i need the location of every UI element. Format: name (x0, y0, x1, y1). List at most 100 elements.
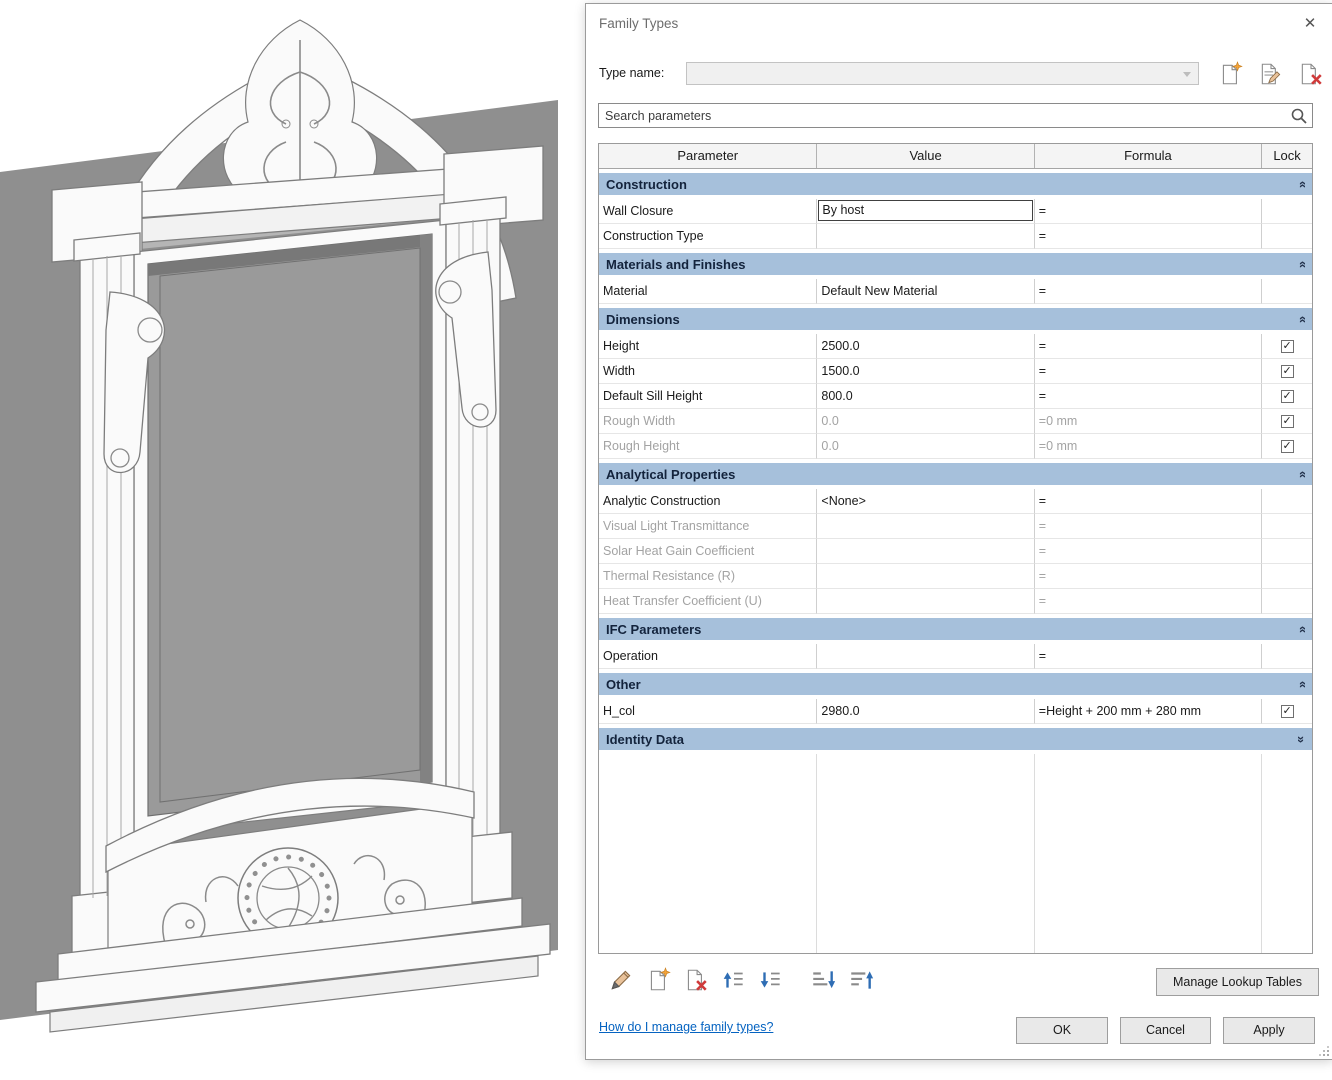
param-value-cell[interactable]: <None> (817, 489, 1034, 514)
close-icon[interactable]: ✕ (1298, 12, 1322, 36)
parameter-row-material: MaterialDefault New Material= (599, 279, 1312, 304)
collapse-icon[interactable]: » (1294, 180, 1309, 187)
expand-icon[interactable]: » (1294, 735, 1309, 742)
collapse-icon[interactable]: » (1294, 260, 1309, 267)
lock-checkbox[interactable]: ✓ (1281, 390, 1294, 403)
param-name-cell[interactable]: Construction Type (599, 224, 817, 249)
collapse-icon[interactable]: » (1294, 625, 1309, 632)
param-name-cell[interactable]: H_col (599, 699, 817, 724)
param-value-cell[interactable]: 2980.0 (817, 699, 1034, 724)
lock-checkbox[interactable]: ✓ (1281, 440, 1294, 453)
param-value-cell[interactable] (817, 539, 1034, 564)
param-value-cell[interactable]: 800.0 (817, 384, 1034, 409)
new-parameter-button[interactable] (646, 967, 672, 993)
new-type-button[interactable] (1218, 61, 1244, 87)
param-formula-cell[interactable]: = (1035, 334, 1262, 359)
collapse-icon[interactable]: » (1294, 315, 1309, 322)
section-header-dimensions[interactable]: Dimensions» (599, 308, 1312, 330)
section-title: IFC Parameters (606, 622, 701, 637)
ok-button[interactable]: OK (1016, 1017, 1108, 1044)
param-formula-cell[interactable]: = (1035, 359, 1262, 384)
sort-ascending-button[interactable] (810, 967, 836, 993)
type-name-label: Type name: (599, 66, 664, 80)
lock-checkbox[interactable]: ✓ (1281, 365, 1294, 378)
lock-checkbox[interactable]: ✓ (1281, 415, 1294, 428)
param-name-cell[interactable]: Rough Width (599, 409, 817, 434)
param-formula-cell[interactable]: = (1035, 514, 1262, 539)
param-value-cell[interactable] (817, 644, 1034, 669)
param-value-cell[interactable] (817, 514, 1034, 539)
parameter-row-analytic-construction: Analytic Construction<None>= (599, 489, 1312, 514)
section-header-construction[interactable]: Construction» (599, 173, 1312, 195)
param-formula-cell[interactable]: = (1035, 279, 1262, 304)
param-formula-cell[interactable]: =0 mm (1035, 409, 1262, 434)
param-formula-cell[interactable]: = (1035, 224, 1262, 249)
apply-button[interactable]: Apply (1223, 1017, 1315, 1044)
param-name-cell[interactable]: Operation (599, 644, 817, 669)
help-link[interactable]: How do I manage family types? (599, 1020, 773, 1034)
section-title: Analytical Properties (606, 467, 735, 482)
type-name-select[interactable] (686, 62, 1199, 85)
param-formula-cell[interactable]: = (1035, 384, 1262, 409)
param-value-cell[interactable]: By host (817, 199, 1034, 224)
move-parameter-up-button[interactable] (721, 967, 747, 993)
section-header-identity-data[interactable]: Identity Data» (599, 728, 1312, 750)
section-header-analytical-properties[interactable]: Analytical Properties » (599, 463, 1312, 485)
search-input[interactable] (599, 104, 1293, 127)
section-header-other[interactable]: Other» (599, 673, 1312, 695)
param-name-cell[interactable]: Solar Heat Gain Coefficient (599, 539, 817, 564)
move-parameter-down-button[interactable] (758, 967, 784, 993)
param-value-cell[interactable]: Default New Material (817, 279, 1034, 304)
param-name-cell[interactable]: Height (599, 334, 817, 359)
collapse-icon[interactable]: » (1294, 680, 1309, 687)
manage-lookup-tables-button[interactable]: Manage Lookup Tables (1156, 968, 1319, 996)
param-name-cell[interactable]: Material (599, 279, 817, 304)
edit-parameter-button[interactable] (608, 967, 634, 993)
value-editbox[interactable]: By host (818, 200, 1032, 221)
search-icon[interactable] (1290, 107, 1308, 125)
param-value-cell[interactable] (817, 224, 1034, 249)
delete-type-button[interactable] (1298, 61, 1324, 87)
param-name-cell[interactable]: Analytic Construction (599, 489, 817, 514)
delete-parameter-button[interactable] (683, 967, 709, 993)
collapse-icon[interactable]: » (1294, 470, 1309, 477)
delete-parameter-icon (683, 967, 709, 993)
column-header-lock: Lock (1262, 144, 1312, 168)
param-name-cell[interactable]: Rough Height (599, 434, 817, 459)
param-formula-cell[interactable]: = (1035, 564, 1262, 589)
param-formula-cell[interactable]: =0 mm (1035, 434, 1262, 459)
param-name-cell[interactable]: Wall Closure (599, 199, 817, 224)
param-value-cell[interactable]: 1500.0 (817, 359, 1034, 384)
param-value-cell[interactable]: 0.0 (817, 409, 1034, 434)
cancel-button[interactable]: Cancel (1120, 1017, 1211, 1044)
section-header-materials-and-finishes[interactable]: Materials and Finishes» (599, 253, 1312, 275)
parameter-row-width: Width1500.0= ✓ (599, 359, 1312, 384)
3d-preview-viewport[interactable] (0, 0, 585, 1080)
param-formula-cell[interactable]: = (1035, 199, 1262, 224)
lock-checkbox[interactable]: ✓ (1281, 340, 1294, 353)
param-formula-cell[interactable]: = (1035, 539, 1262, 564)
screen: Family Types ✕ Type name: (0, 0, 1332, 1080)
param-value-cell[interactable]: 2500.0 (817, 334, 1034, 359)
window-family-drawing (0, 0, 585, 1080)
param-name-cell[interactable]: Thermal Resistance (R) (599, 564, 817, 589)
resize-grip[interactable] (1319, 1046, 1329, 1056)
param-name-cell[interactable]: Width (599, 359, 817, 384)
param-value-cell[interactable] (817, 589, 1034, 614)
param-formula-cell[interactable]: = (1035, 489, 1262, 514)
search-box (598, 103, 1313, 128)
rename-type-button[interactable] (1258, 61, 1284, 87)
param-formula-cell[interactable]: =Height + 200 mm + 280 mm (1035, 699, 1262, 724)
param-formula-cell[interactable]: = (1035, 644, 1262, 669)
sort-descending-button[interactable] (848, 967, 874, 993)
param-name-cell[interactable]: Visual Light Transmittance (599, 514, 817, 539)
param-name-cell[interactable]: Default Sill Height (599, 384, 817, 409)
parameter-row-solar-heat-gain-coefficient: Solar Heat Gain Coefficient = (599, 539, 1312, 564)
pencil-icon (608, 967, 634, 993)
param-formula-cell[interactable]: = (1035, 589, 1262, 614)
param-value-cell[interactable] (817, 564, 1034, 589)
param-value-cell[interactable]: 0.0 (817, 434, 1034, 459)
lock-checkbox[interactable]: ✓ (1281, 705, 1294, 718)
section-header-ifc-parameters[interactable]: IFC Parameters » (599, 618, 1312, 640)
param-name-cell[interactable]: Heat Transfer Coefficient (U) (599, 589, 817, 614)
